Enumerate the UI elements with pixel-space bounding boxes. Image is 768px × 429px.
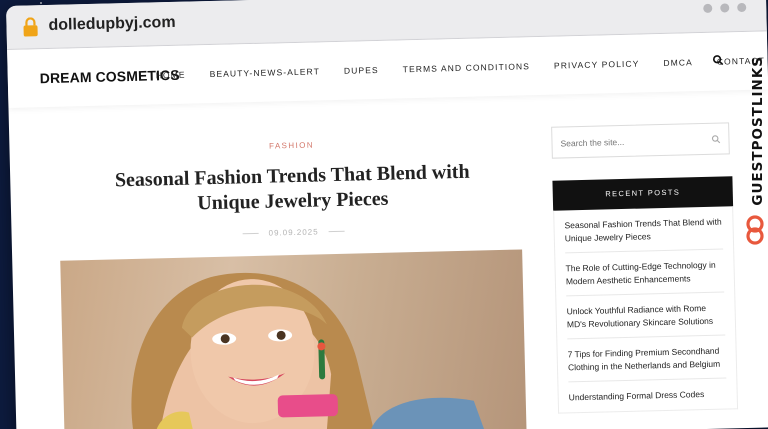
sidebar-search-box	[551, 122, 730, 159]
recent-post-link[interactable]: Unlock Youthful Radiance with Rome MD's …	[566, 292, 726, 340]
recent-post-link[interactable]: Understanding Formal Dress Codes	[568, 379, 727, 412]
guestpostlinks-watermark: GUESTPOSTLINKS	[742, 20, 768, 245]
sidebar: RECENT POSTS Seasonal Fashion Trends Tha…	[551, 122, 739, 414]
url-text[interactable]: dolledupbyj.com	[48, 14, 176, 35]
window-controls	[703, 2, 747, 13]
article-title: Seasonal Fashion Trends That Blend with …	[114, 160, 470, 215]
featured-image	[60, 249, 527, 429]
search-icon[interactable]	[711, 135, 721, 144]
recent-posts-list: Seasonal Fashion Trends That Blend with …	[553, 206, 739, 414]
recent-post-link[interactable]: The Role of Cutting-Edge Technology in M…	[565, 249, 725, 297]
main-nav: HOME BEAUTY-NEWS-ALERT DUPES TERMS AND C…	[156, 54, 768, 80]
article-date-row: 09.09.2025	[60, 222, 528, 242]
article-category[interactable]: FASHION	[57, 135, 525, 155]
nav-item-beauty-news-alert[interactable]: BEAUTY-NEWS-ALERT	[210, 66, 321, 79]
article-main: FASHION Seasonal Fashion Trends That Ble…	[57, 97, 533, 429]
browser-window: dolledupbyj.com DREAM COSMETICS HOME BEA…	[6, 0, 768, 429]
featured-photo	[131, 272, 485, 429]
lock-icon	[23, 17, 38, 37]
nav-item-dupes[interactable]: DUPES	[344, 65, 379, 76]
search-icon[interactable]	[712, 54, 724, 66]
date-divider	[328, 230, 345, 233]
recent-post-link[interactable]: 7 Tips for Finding Premium Secondhand Cl…	[567, 335, 727, 383]
background-star	[40, 2, 42, 4]
window-dot[interactable]	[720, 3, 730, 13]
window-dot[interactable]	[737, 2, 747, 13]
date-divider	[242, 232, 259, 235]
link-logo-icon	[746, 215, 764, 245]
article-date: 09.09.2025	[268, 227, 319, 238]
recent-posts-heading: RECENT POSTS	[552, 176, 734, 211]
watermark-text: GUESTPOSTLINKS	[750, 56, 766, 206]
nav-item-dmca[interactable]: DMCA	[663, 57, 693, 68]
recent-post-link[interactable]: Seasonal Fashion Trends That Blend with …	[564, 206, 724, 254]
window-dot[interactable]	[703, 3, 713, 13]
sidebar-search-input[interactable]	[560, 135, 701, 149]
nav-item-home[interactable]: HOME	[156, 70, 186, 81]
nav-item-terms[interactable]: TERMS AND CONDITIONS	[403, 61, 531, 74]
nav-item-privacy[interactable]: PRIVACY POLICY	[554, 59, 640, 71]
